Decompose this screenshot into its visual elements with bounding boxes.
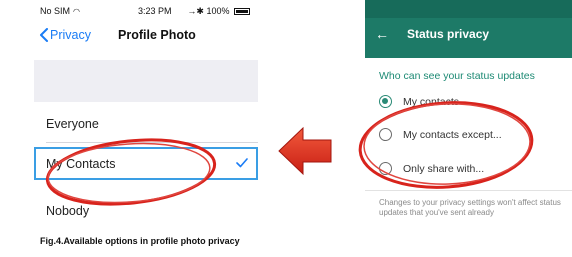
option-label: Only share with...	[403, 163, 485, 175]
option-my-contacts[interactable]: My contacts	[365, 88, 572, 116]
divider	[365, 190, 572, 191]
screen-title: Status privacy	[407, 27, 490, 41]
section-header: Who can see your status updates	[379, 70, 535, 82]
wifi-icon: ◠	[73, 7, 80, 16]
radio-icon[interactable]	[379, 128, 392, 141]
status-time: 3:23 PM	[138, 6, 172, 16]
radio-selected-icon[interactable]	[379, 95, 392, 108]
system-status-bar	[365, 0, 572, 18]
option-label: My contacts	[403, 96, 460, 108]
row-divider	[46, 142, 258, 143]
figure-caption: Fig.4.Available options in profile photo…	[40, 236, 240, 246]
ios-profile-photo-screen: No SIM ◠ 3:23 PM →✱ 100% Privacy Profile …	[34, 0, 258, 234]
option-label: Everyone	[46, 117, 99, 131]
ios-status-bar: No SIM ◠ 3:23 PM →✱ 100%	[34, 0, 258, 22]
option-everyone[interactable]: Everyone	[34, 106, 258, 142]
bluetooth-icon: →✱	[187, 6, 204, 16]
option-my-contacts-except[interactable]: My contacts except...	[365, 121, 572, 149]
back-arrow-icon[interactable]: ←	[375, 26, 389, 42]
back-label: Privacy	[50, 28, 91, 42]
option-only-share-with[interactable]: Only share with...	[365, 155, 572, 183]
page-title: Profile Photo	[118, 28, 196, 42]
option-label: My contacts except...	[403, 129, 502, 141]
arrow-left-icon	[278, 126, 332, 176]
option-label: My Contacts	[46, 157, 116, 171]
radio-icon[interactable]	[379, 162, 392, 175]
privacy-note: Changes to your privacy settings won't a…	[379, 198, 561, 217]
battery-percent: 100%	[206, 6, 230, 16]
option-label: Nobody	[46, 204, 90, 218]
android-status-privacy-screen: ← Status privacy Who can see your status…	[358, 0, 572, 244]
back-button[interactable]: Privacy	[39, 28, 91, 42]
ios-navigation-bar: Privacy Profile Photo	[34, 22, 258, 52]
battery-icon	[234, 8, 250, 15]
chevron-left-icon	[40, 28, 48, 42]
option-nobody[interactable]: Nobody	[34, 193, 258, 229]
checkmark-icon	[236, 158, 248, 168]
option-my-contacts[interactable]: My Contacts	[34, 147, 258, 180]
carrier-label: No SIM	[40, 6, 71, 16]
section-separator	[34, 60, 258, 102]
